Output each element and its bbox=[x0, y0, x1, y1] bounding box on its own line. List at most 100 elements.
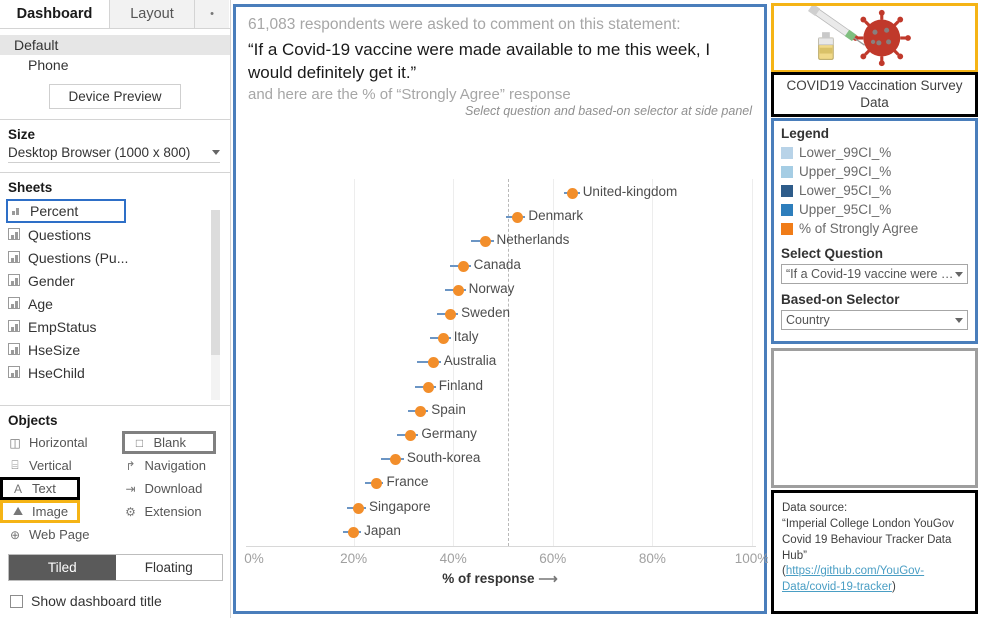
chart-row[interactable]: France bbox=[246, 471, 756, 495]
sheet-item-label: HseChild bbox=[28, 364, 85, 381]
legend-item[interactable]: Upper_95CI_% bbox=[781, 200, 968, 219]
object-item-label: Web Page bbox=[29, 527, 90, 542]
show-dashboard-title-checkbox[interactable] bbox=[10, 594, 23, 608]
navigation-icon: ↱ bbox=[125, 458, 136, 473]
data-point-marker[interactable] bbox=[567, 188, 579, 199]
data-point-marker[interactable] bbox=[370, 478, 382, 490]
data-point-marker[interactable] bbox=[452, 284, 464, 296]
select-question-value: “If a Covid-19 vaccine were … bbox=[786, 267, 954, 281]
object-item-blank[interactable]: □ Blank bbox=[121, 431, 216, 454]
size-select[interactable]: Desktop Browser (1000 x 800) bbox=[8, 145, 220, 163]
sort-icon[interactable]: ⟶ bbox=[538, 571, 557, 586]
country-label: Australia bbox=[443, 353, 497, 369]
chart-row[interactable]: Netherlands bbox=[246, 229, 756, 253]
object-item-navigation[interactable]: ↱ Navigation bbox=[116, 454, 232, 477]
chart-row[interactable]: Japan bbox=[246, 520, 756, 544]
country-label: Canada bbox=[473, 256, 521, 272]
chevron-down-icon bbox=[212, 150, 220, 155]
device-preview-button[interactable]: Device Preview bbox=[49, 84, 181, 109]
object-item-text[interactable]: A Text bbox=[0, 477, 80, 500]
legend-item[interactable]: Lower_99CI_% bbox=[781, 143, 968, 162]
chart-row[interactable]: Finland bbox=[246, 375, 756, 399]
floating-button[interactable]: Floating bbox=[115, 555, 222, 580]
object-item-web-page[interactable]: ⊕ Web Page bbox=[0, 523, 116, 546]
data-point-marker[interactable] bbox=[348, 526, 360, 538]
x-axis-tick-label: 0% bbox=[244, 551, 264, 566]
legend-item[interactable]: % of Strongly Agree bbox=[781, 219, 968, 238]
data-source-link[interactable]: https://github.com/YouGov-Data/covid-19-… bbox=[782, 565, 924, 593]
sheets-scrollbar[interactable] bbox=[211, 210, 220, 400]
device-item-phone[interactable]: Phone bbox=[0, 55, 230, 75]
legend-item[interactable]: Upper_99CI_% bbox=[781, 162, 968, 181]
blank-object-placeholder[interactable] bbox=[771, 348, 978, 488]
country-label: Germany bbox=[421, 426, 477, 441]
device-item-default[interactable]: Default bbox=[0, 35, 230, 55]
data-point-marker[interactable] bbox=[512, 212, 524, 224]
object-item-label: Text bbox=[32, 481, 56, 496]
based-on-selector-dropdown[interactable]: Country bbox=[781, 310, 968, 330]
chart-row[interactable]: Singapore bbox=[246, 496, 756, 520]
sheet-item-label: Age bbox=[28, 295, 53, 312]
chart-row[interactable]: Australia bbox=[246, 350, 756, 374]
object-item-horizontal[interactable]: ◫ Horizontal bbox=[0, 431, 116, 454]
sheet-item-gender[interactable]: Gender bbox=[8, 269, 230, 292]
tab-overflow-icon[interactable]: • bbox=[195, 0, 229, 28]
sheet-item-hsechild[interactable]: HseChild bbox=[8, 361, 230, 384]
tab-layout[interactable]: Layout bbox=[110, 0, 195, 28]
sheet-item-age[interactable]: Age bbox=[8, 292, 230, 315]
object-item-download[interactable]: ⇥ Download bbox=[116, 477, 232, 500]
data-point-marker[interactable] bbox=[390, 454, 402, 466]
sheet-item-empstatus[interactable]: EmpStatus bbox=[8, 315, 230, 338]
chart-row[interactable]: South-korea bbox=[246, 447, 756, 471]
show-dashboard-title-label: Show dashboard title bbox=[31, 593, 162, 609]
chart-row[interactable]: Denmark bbox=[246, 205, 756, 229]
data-point-marker[interactable] bbox=[437, 333, 449, 345]
sheets-list: Percent Questions Questions (Pu... Gender Ag… bbox=[0, 198, 230, 400]
sheet-item-questions[interactable]: Questions bbox=[8, 223, 230, 246]
dashboard-header-text: 61,083 respondents were asked to comment… bbox=[236, 7, 764, 118]
legend-item-label: % of Strongly Agree bbox=[799, 221, 919, 236]
data-source-line1: Data source: bbox=[782, 502, 848, 514]
object-item-label: Download bbox=[144, 481, 203, 496]
chart-row[interactable]: Canada bbox=[246, 254, 756, 278]
sheet-item-questions-pu[interactable]: Questions (Pu... bbox=[8, 246, 230, 269]
tab-dashboard[interactable]: Dashboard bbox=[0, 0, 110, 28]
legend-item[interactable]: Lower_95CI_% bbox=[781, 181, 968, 200]
dashboard-sidebar: Dashboard Layout • Default Phone Device … bbox=[0, 0, 231, 618]
object-item-vertical[interactable]: ⌸ Vertical bbox=[0, 454, 116, 477]
chart-row[interactable]: Sweden bbox=[246, 302, 756, 326]
chart-row[interactable]: Spain bbox=[246, 399, 756, 423]
data-point-marker[interactable] bbox=[480, 236, 492, 248]
object-item-image[interactable]: ⛰ Image bbox=[0, 500, 80, 523]
plot-area[interactable]: United-kingdom Denmark Netherlands Canada No… bbox=[246, 179, 756, 547]
download-icon: ⇥ bbox=[125, 481, 136, 496]
object-item-extension[interactable]: ⚙ Extension bbox=[116, 500, 232, 523]
chart-row[interactable]: Germany bbox=[246, 423, 756, 447]
sheet-item-percent[interactable]: Percent bbox=[6, 199, 126, 223]
data-point-marker[interactable] bbox=[457, 260, 469, 272]
data-point-marker[interactable] bbox=[445, 309, 457, 320]
objects-heading: Objects bbox=[8, 413, 58, 428]
data-point-marker[interactable] bbox=[427, 357, 439, 369]
size-section: Size Desktop Browser (1000 x 800) bbox=[0, 119, 230, 163]
chart-row[interactable]: United-kingdom bbox=[246, 181, 756, 205]
chart-row[interactable]: Italy bbox=[246, 326, 756, 350]
data-point-marker[interactable] bbox=[405, 430, 417, 441]
based-on-selector-label: Based-on Selector bbox=[781, 292, 900, 307]
select-question-dropdown[interactable]: “If a Covid-19 vaccine were … bbox=[781, 264, 968, 284]
legend-swatch-icon bbox=[781, 146, 793, 159]
data-point-marker[interactable] bbox=[415, 405, 427, 417]
selector-hint: Select question and based-on selector at… bbox=[465, 104, 752, 119]
legend-item-label: Upper_95CI_% bbox=[799, 202, 892, 217]
tiled-button[interactable]: Tiled bbox=[9, 555, 116, 580]
object-item-label: Blank bbox=[153, 435, 187, 450]
size-heading: Size bbox=[8, 127, 36, 142]
chart-row[interactable]: Norway bbox=[246, 278, 756, 302]
legend-swatch-icon bbox=[781, 165, 793, 178]
show-dashboard-title-row[interactable]: Show dashboard title bbox=[10, 593, 231, 609]
sheet-item-hsesize[interactable]: HseSize bbox=[8, 338, 230, 361]
device-layout-list: Default Phone Device Preview bbox=[0, 29, 230, 109]
legend-swatch-icon bbox=[781, 222, 793, 235]
data-point-marker[interactable] bbox=[353, 502, 365, 514]
data-point-marker[interactable] bbox=[422, 381, 434, 393]
